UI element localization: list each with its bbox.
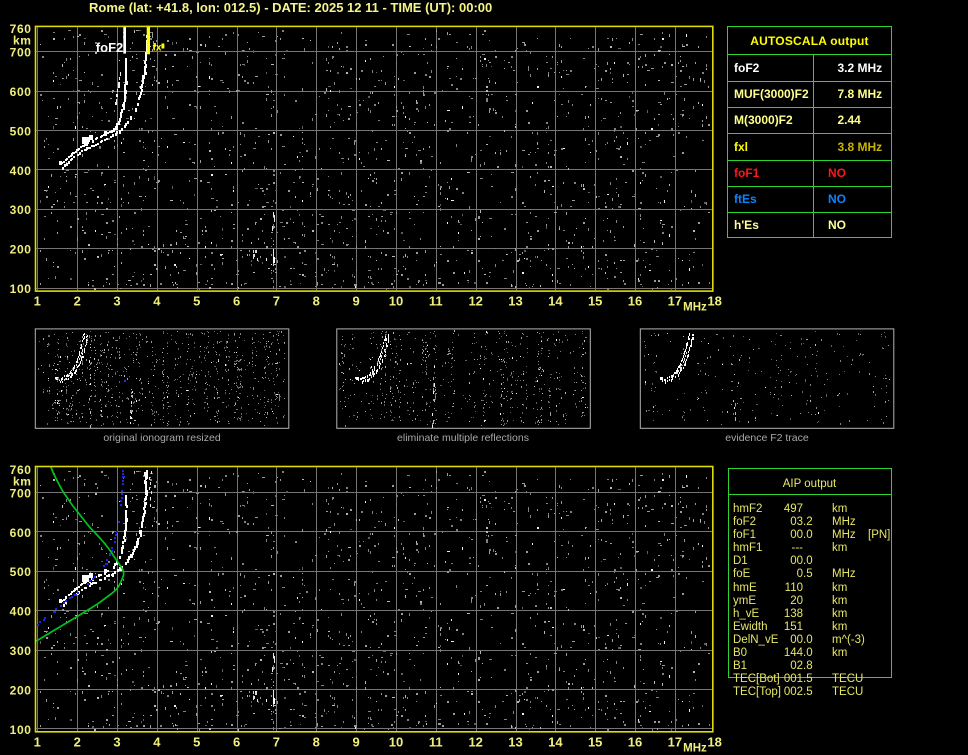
svg-text:MHz: MHz <box>683 302 707 314</box>
svg-text:4: 4 <box>153 735 161 750</box>
svg-text:400: 400 <box>10 164 32 178</box>
svg-text:200: 200 <box>10 243 32 257</box>
svg-text:700: 700 <box>10 486 32 500</box>
svg-text:100: 100 <box>10 282 32 296</box>
svg-text:8: 8 <box>313 294 320 309</box>
svg-text:11: 11 <box>429 294 443 309</box>
svg-text:3: 3 <box>113 735 120 750</box>
svg-text:4: 4 <box>153 294 161 309</box>
svg-text:100: 100 <box>10 723 32 737</box>
svg-text:14: 14 <box>548 735 563 750</box>
svg-text:2: 2 <box>74 735 81 750</box>
svg-text:7: 7 <box>273 735 280 750</box>
svg-text:14: 14 <box>548 294 563 309</box>
svg-text:11: 11 <box>429 735 443 750</box>
svg-text:17: 17 <box>668 735 682 750</box>
svg-text:18: 18 <box>707 294 721 309</box>
svg-text:1: 1 <box>34 294 41 309</box>
svg-text:15: 15 <box>588 294 602 309</box>
svg-text:8: 8 <box>313 735 320 750</box>
svg-text:3: 3 <box>113 294 120 309</box>
svg-text:400: 400 <box>10 605 32 619</box>
svg-text:12: 12 <box>468 294 482 309</box>
svg-text:6: 6 <box>233 294 240 309</box>
svg-text:9: 9 <box>352 735 359 750</box>
svg-text:500: 500 <box>10 124 32 138</box>
svg-text:10: 10 <box>389 294 403 309</box>
svg-text:600: 600 <box>10 526 32 540</box>
svg-text:6: 6 <box>233 735 240 750</box>
svg-text:fx: fx <box>153 43 162 54</box>
svg-text:15: 15 <box>588 735 602 750</box>
svg-text:300: 300 <box>10 644 32 658</box>
svg-text:500: 500 <box>10 565 32 579</box>
svg-text:1: 1 <box>34 735 41 750</box>
svg-text:700: 700 <box>10 46 32 60</box>
svg-text:600: 600 <box>10 85 32 99</box>
svg-text:16: 16 <box>628 294 642 309</box>
svg-text:12: 12 <box>468 735 482 750</box>
svg-text:5: 5 <box>193 294 200 309</box>
svg-text:MHz: MHz <box>683 743 707 755</box>
svg-text:13: 13 <box>508 294 522 309</box>
svg-text:13: 13 <box>508 735 522 750</box>
svg-text:18: 18 <box>707 735 721 750</box>
svg-text:300: 300 <box>10 203 32 217</box>
svg-text:16: 16 <box>628 735 642 750</box>
svg-text:5: 5 <box>193 735 200 750</box>
svg-text:9: 9 <box>352 294 359 309</box>
svg-text:17: 17 <box>668 294 682 309</box>
svg-text:foF2: foF2 <box>96 40 123 55</box>
svg-text:200: 200 <box>10 683 32 697</box>
svg-text:10: 10 <box>389 735 403 750</box>
svg-text:2: 2 <box>74 294 81 309</box>
svg-text:7: 7 <box>273 294 280 309</box>
